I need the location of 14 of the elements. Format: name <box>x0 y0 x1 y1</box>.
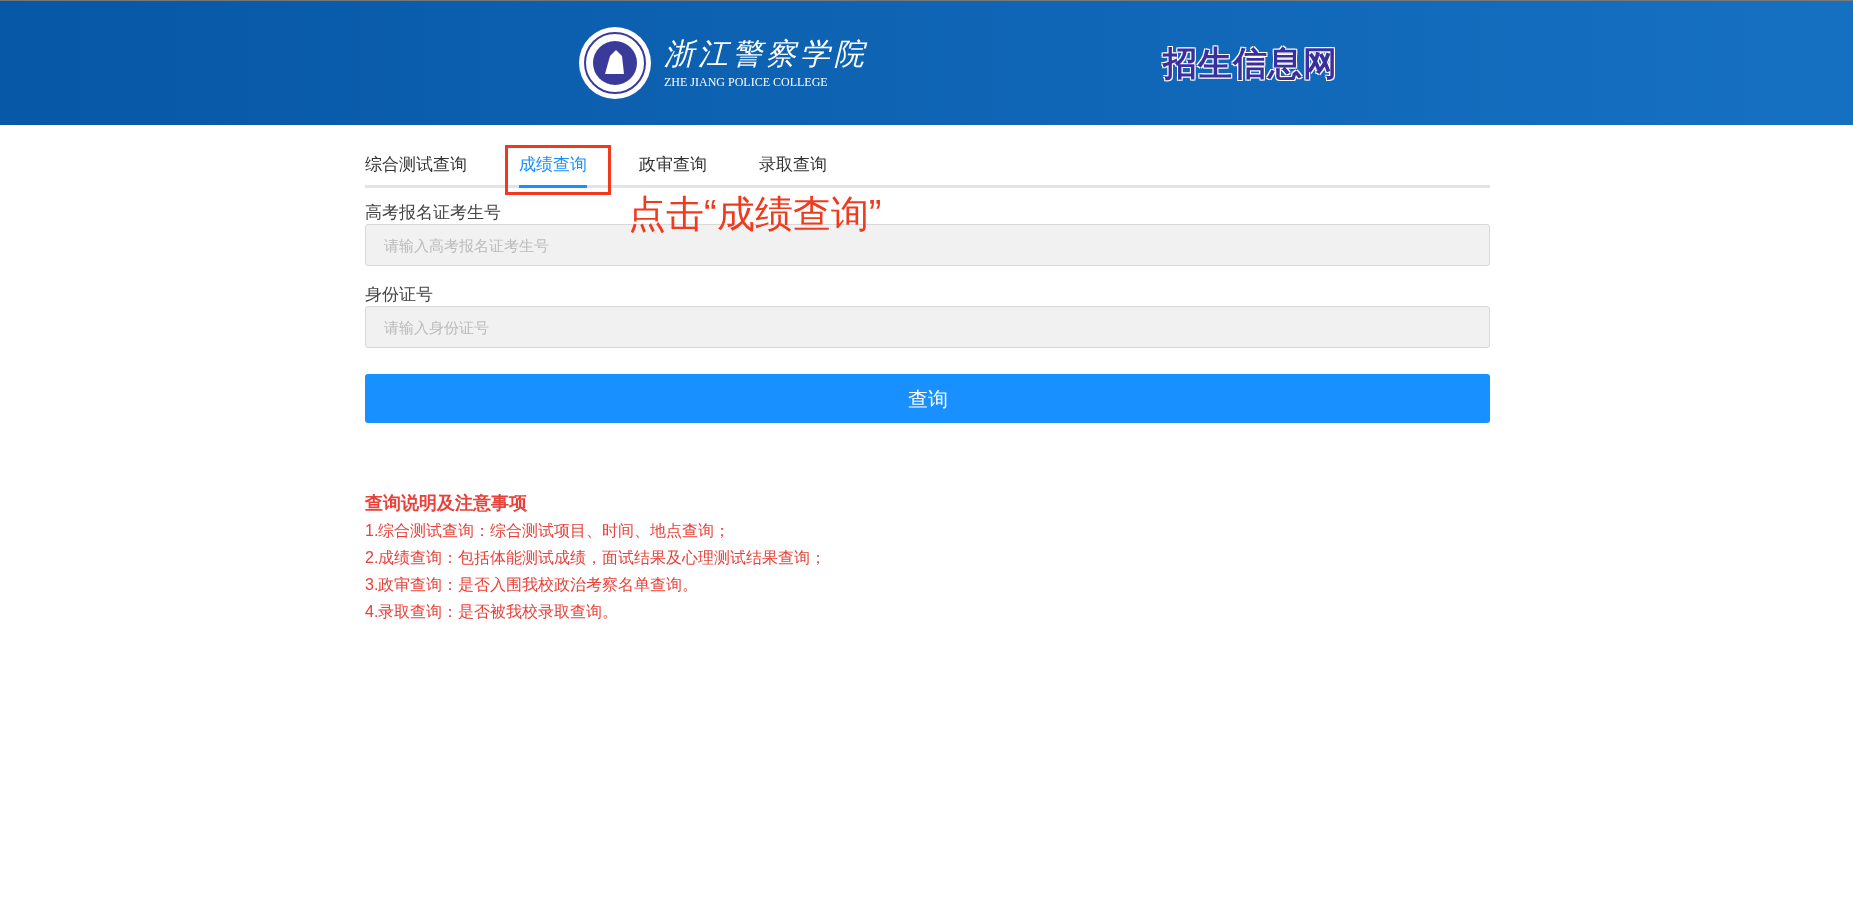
note-line: 4.录取查询：是否被我校录取查询。 <box>365 602 620 622</box>
tab[interactable]: 录取查询 <box>759 151 827 188</box>
field-label: 高考报名证考生号 <box>365 202 501 224</box>
note-line: 3.政审查询：是否入围我校政治考察名单查询。 <box>365 575 700 595</box>
logo-subtitle: ZHE JIANG POLICE COLLEGE <box>664 74 829 91</box>
note-line: 1.综合测试查询：综合测试项目、时间、地点查询； <box>365 521 732 541</box>
site-title: 招生信息网 <box>1163 42 1338 84</box>
emblem-icon <box>578 26 652 100</box>
field-label: 身份证号 <box>365 284 433 306</box>
notes-title: 查询说明及注意事项 <box>365 491 528 515</box>
logo-calligraphy: 浙江警察学院 <box>664 35 868 73</box>
note-line: 2.成绩查询：包括体能测试成绩，面试结果及心理测试结果查询； <box>365 548 828 568</box>
tab[interactable]: 政审查询 <box>639 151 707 188</box>
tab[interactable]: 综合测试查询 <box>365 151 467 188</box>
